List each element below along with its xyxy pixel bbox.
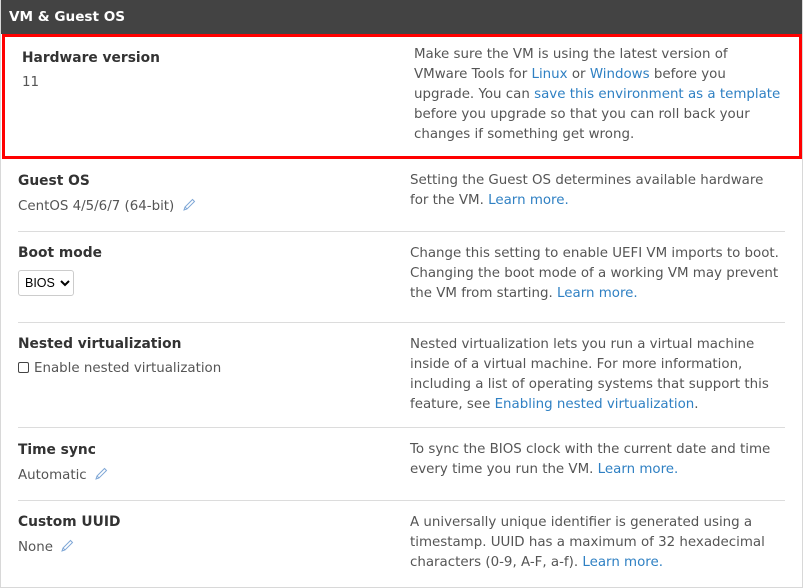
learn-more-link[interactable]: Learn more.: [488, 193, 569, 208]
guest-os-value: CentOS 4/5/6/7 (64-bit): [18, 199, 175, 214]
learn-more-link[interactable]: Learn more.: [598, 462, 679, 477]
boot-mode-row: Boot mode BIOS Change this setting to en…: [18, 232, 785, 323]
custom-uuid-label: Custom UUID: [18, 514, 121, 530]
hardware-version-description: Make sure the VM is using the latest ver…: [414, 37, 782, 156]
desc-text: before you upgrade so that you can roll …: [414, 107, 750, 142]
nested-virtualization-checkbox-label[interactable]: Enable nested virtualization: [34, 361, 221, 376]
pencil-icon[interactable]: [60, 539, 74, 553]
custom-uuid-value: None: [18, 540, 53, 555]
custom-uuid-row: Custom UUID None A universally unique id…: [18, 501, 785, 586]
hardware-version-label: Hardware version: [22, 50, 160, 66]
guest-os-row: Guest OS CentOS 4/5/6/7 (64-bit) Setting…: [18, 159, 785, 232]
guest-os-label: Guest OS: [18, 173, 90, 189]
time-sync-label: Time sync: [18, 442, 96, 458]
enabling-nested-virtualization-link[interactable]: Enabling nested virtualization: [495, 397, 695, 412]
nested-virtualization-row: Nested virtualization Enable nested virt…: [18, 323, 785, 428]
boot-mode-select[interactable]: BIOS: [18, 270, 74, 296]
save-template-link[interactable]: save this environment as a template: [534, 87, 780, 102]
pencil-icon[interactable]: [94, 467, 108, 481]
guest-os-description: Setting the Guest OS determines availabl…: [410, 159, 785, 231]
time-sync-description: To sync the BIOS clock with the current …: [410, 428, 785, 500]
time-sync-value: Automatic: [18, 468, 87, 483]
desc-text: To sync the BIOS clock with the current …: [410, 442, 771, 477]
nested-virtualization-checkbox[interactable]: [18, 362, 29, 373]
hardware-version-row: Hardware version 11 Make sure the VM is …: [2, 34, 802, 159]
learn-more-link[interactable]: Learn more.: [557, 286, 638, 301]
nested-virtualization-description: Nested virtualization lets you run a vir…: [410, 323, 785, 427]
panel-header: VM & Guest OS: [1, 0, 802, 34]
nested-virtualization-label: Nested virtualization: [18, 336, 182, 352]
vm-guest-os-panel: VM & Guest OS Hardware version 11 Make s…: [0, 0, 803, 588]
desc-text: or: [567, 67, 590, 82]
hardware-version-value: 11: [22, 75, 40, 90]
boot-mode-description: Change this setting to enable UEFI VM im…: [410, 232, 785, 322]
windows-link[interactable]: Windows: [590, 67, 650, 82]
desc-text: .: [694, 397, 699, 412]
pencil-icon[interactable]: [182, 198, 196, 212]
time-sync-row: Time sync Automatic To sync the BIOS clo…: [18, 428, 785, 501]
learn-more-link[interactable]: Learn more.: [582, 555, 663, 570]
custom-uuid-description: A universally unique identifier is gener…: [410, 501, 785, 586]
boot-mode-label: Boot mode: [18, 245, 102, 261]
linux-link[interactable]: Linux: [532, 67, 568, 82]
desc-text: Setting the Guest OS determines availabl…: [410, 173, 764, 208]
